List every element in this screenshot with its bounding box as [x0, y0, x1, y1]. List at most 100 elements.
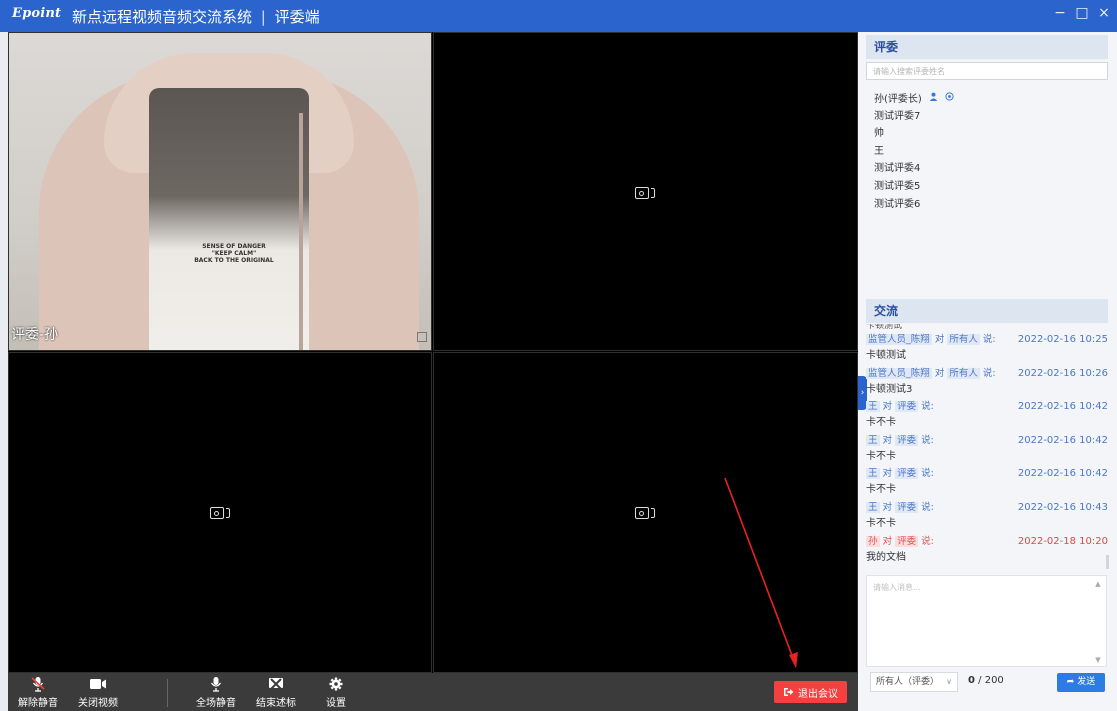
chat-message: 孙 对 评委 说: 2022-02-18 10:20 我的文档	[866, 534, 1108, 568]
char-count: 0	[968, 675, 975, 686]
app-logo: Epoint	[12, 6, 62, 21]
app-title-text: 新点远程视频音频交流系统	[72, 8, 253, 26]
chat-sender[interactable]: 王	[866, 401, 880, 413]
input-scrollbar[interactable]: ▲ ▼	[1094, 580, 1102, 664]
chat-message-body: 卡顿测试3	[866, 383, 913, 395]
chat-timestamp: 2022-02-16 10:42	[1017, 434, 1108, 446]
shirt-print: SENSE OF DANGER "KEEP CALM" BACK TO THE …	[194, 243, 274, 264]
mute-all-label: 全场静音	[196, 698, 236, 709]
chat-timestamp: 2022-02-16 10:42	[1017, 468, 1108, 480]
judge-item[interactable]: 测试评委4	[874, 160, 1104, 178]
user-icon	[929, 90, 938, 108]
video-tile-label: 评委-孙	[11, 327, 59, 343]
chat-timestamp: 2022-02-16 10:25	[1017, 334, 1108, 345]
chat-target: 评委	[895, 468, 919, 480]
end-share-button[interactable]: 结束述标	[248, 675, 304, 709]
chevron-down-icon: ∨	[946, 677, 952, 686]
video-off-button[interactable]: 关闭视频	[70, 675, 126, 709]
chat-message: 王 对 评委 说: 2022-02-16 10:42 卡不卡	[866, 466, 1108, 500]
chat-target: 所有人	[947, 367, 980, 379]
judges-panel-title: 评委	[866, 35, 1108, 59]
chat-sender[interactable]: 王	[866, 434, 880, 446]
chat-sender[interactable]: 王	[866, 468, 880, 480]
chat-message-body: 卡不卡	[866, 450, 896, 462]
send-icon: ➦	[1066, 677, 1075, 687]
end-share-label: 结束述标	[256, 698, 296, 709]
camera-off-icon	[635, 185, 657, 201]
judge-item[interactable]: 孙(评委长)	[874, 90, 1104, 108]
chat-message: 王 对 评委 说: 2022-02-16 10:42 卡不卡	[866, 433, 1108, 467]
app-title: 新点远程视频音频交流系统 | 评委端	[72, 6, 320, 27]
video-tile-4[interactable]	[433, 352, 858, 673]
chat-sender[interactable]: 监管人员_陈翔	[866, 334, 932, 345]
app-subtitle: 评委端	[274, 8, 320, 26]
judge-item[interactable]: 测试评委7	[874, 108, 1104, 126]
chat-message: 王 对 评委 说: 2022-02-16 10:43 卡不卡	[866, 500, 1108, 534]
chat-message-body: 卡不卡	[866, 417, 896, 429]
chat-message: 王 对 评委 说: 2022-02-16 10:42 卡不卡	[866, 399, 1108, 433]
video-tile-main[interactable]: SENSE OF DANGER "KEEP CALM" BACK TO THE …	[8, 32, 432, 351]
video-camera-icon	[70, 675, 126, 693]
chat-sender[interactable]: 监管人员_陈翔	[866, 367, 932, 379]
chat-message-input[interactable]	[866, 575, 1107, 667]
scroll-up-icon[interactable]: ▲	[1094, 580, 1102, 588]
exit-meeting-button[interactable]: 退出会议	[774, 681, 847, 703]
judge-list: 孙(评委长) 测试评委7 帅 王 测试评委4 测试评委5 测试评委6	[874, 90, 1104, 213]
chat-sender[interactable]: 孙	[866, 535, 880, 547]
camera-off-icon	[635, 505, 657, 521]
maximize-icon[interactable]: □	[1075, 5, 1089, 21]
tile-fullscreen-icon[interactable]	[417, 332, 427, 342]
video-tile-2[interactable]	[433, 32, 858, 351]
chat-message-sender-line: 孙 对 评委 说:	[866, 535, 934, 547]
unmute-button[interactable]: 解除静音	[10, 675, 66, 709]
chat-message-body: 卡顿测试	[866, 350, 906, 361]
chat-cutoff-text: 卡顿测试	[866, 324, 903, 331]
chat-message-header: 王 对 评委 说: 2022-02-16 10:43	[866, 500, 1108, 516]
close-icon[interactable]: ×	[1097, 5, 1111, 21]
chat-message-sender-line: 王 对 评委 说:	[866, 468, 934, 480]
judge-item[interactable]: 测试评委5	[874, 178, 1104, 196]
recipient-value: 所有人（评委）	[876, 677, 940, 687]
toolbar-divider	[167, 679, 168, 707]
judge-item[interactable]: 王	[874, 143, 1104, 161]
chat-message-header: 王 对 评委 说: 2022-02-16 10:42	[866, 399, 1108, 415]
judge-item[interactable]: 帅	[874, 125, 1104, 143]
judge-search-input[interactable]	[866, 62, 1108, 80]
chat-target: 评委	[895, 535, 919, 547]
send-button[interactable]: ➦ 发送	[1057, 673, 1105, 692]
char-max: / 200	[978, 675, 1004, 686]
window-controls: − □ ×	[1053, 5, 1111, 21]
chat-target: 评委	[895, 501, 919, 513]
meeting-toolbar: 解除静音 关闭视频 全场静音 结束述标 设置 退出会议	[8, 673, 858, 711]
chat-message-sender-line: 王 对 评委 说:	[866, 434, 934, 446]
chat-sender[interactable]: 王	[866, 501, 880, 513]
char-counter: 0 / 200	[968, 675, 1004, 686]
chat-timestamp: 2022-02-18 10:20	[1017, 535, 1108, 547]
judge-item[interactable]: 测试评委6	[874, 196, 1104, 214]
title-separator: |	[260, 8, 266, 26]
chat-target: 所有人	[947, 334, 980, 345]
recipient-select[interactable]: 所有人（评委） ∨	[870, 672, 958, 692]
unmute-label: 解除静音	[18, 698, 58, 709]
chat-message-sender-line: 监管人员_陈翔 对 所有人 说:	[866, 367, 996, 379]
scroll-down-icon[interactable]: ▼	[1094, 656, 1102, 664]
chat-message-header: 王 对 评委 说: 2022-02-16 10:42	[866, 466, 1108, 482]
chat-message-sender-line: 监管人员_陈翔 对 所有人 说:	[866, 334, 996, 345]
exit-icon	[784, 688, 794, 696]
chat-message-body: 卡不卡	[866, 517, 896, 529]
mic-muted-icon	[10, 675, 66, 693]
minimize-icon[interactable]: −	[1053, 5, 1067, 21]
chat-timestamp: 2022-02-16 10:43	[1017, 501, 1108, 513]
chat-message-sender-line: 王 对 评委 说:	[866, 501, 934, 513]
chat-messages[interactable]: 卡顿测试 监管人员_陈翔 对 所有人 说: 2022-02-16 10:25 卡顿测…	[866, 324, 1108, 568]
chat-scrollbar[interactable]	[1106, 555, 1109, 569]
mute-all-button[interactable]: 全场静音	[188, 675, 244, 709]
exit-meeting-label: 退出会议	[798, 688, 838, 700]
settings-button[interactable]: 设置	[308, 675, 364, 709]
camera-off-icon	[210, 505, 232, 521]
video-tile-3[interactable]	[8, 352, 432, 673]
chat-timestamp: 2022-02-16 10:26	[1017, 367, 1108, 379]
chat-message: 监管人员_陈翔 对 所有人 说: 2022-02-16 10:26 卡顿测试3	[866, 366, 1108, 400]
chat-panel-title: 交流	[866, 299, 1108, 323]
chat-message-sender-line: 王 对 评委 说:	[866, 401, 934, 413]
